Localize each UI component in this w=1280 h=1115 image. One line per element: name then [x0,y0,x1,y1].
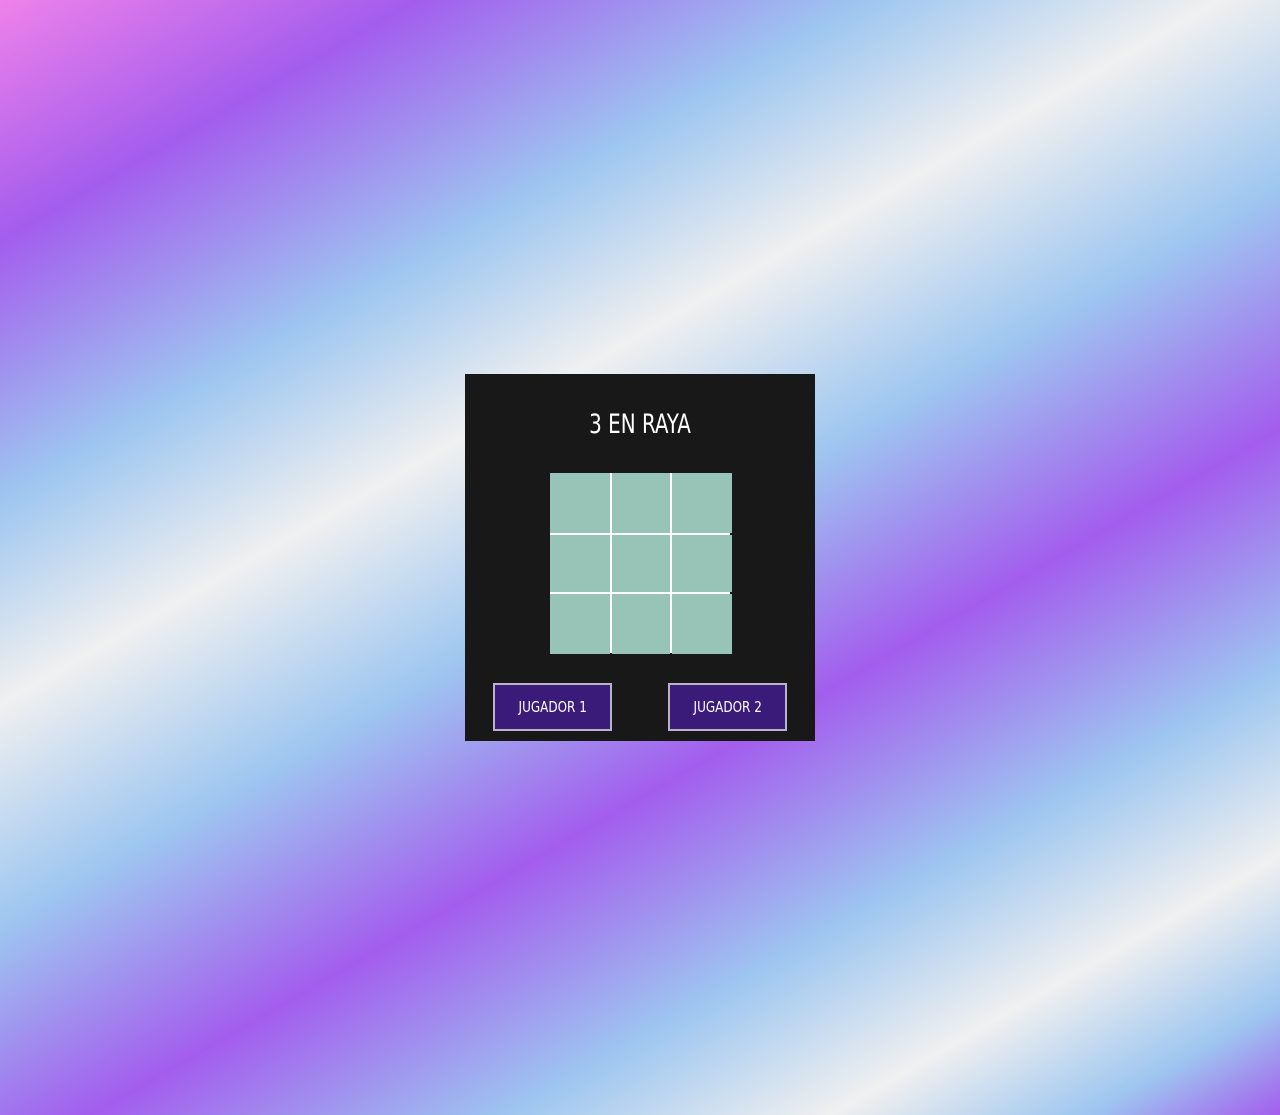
player-2-label: JUGADOR 2 [693,698,762,716]
board-cell-0-0[interactable] [550,473,610,533]
game-title: 3 EN RAYA [115,403,1165,447]
player-1-button[interactable]: JUGADOR 1 [493,683,612,731]
board-cell-1-0[interactable] [550,535,610,592]
board-cell-1-2[interactable] [672,535,732,592]
board-cell-0-2[interactable] [672,473,732,533]
board-cell-2-0[interactable] [550,594,610,654]
board-cell-2-2[interactable] [672,594,732,654]
game-board [550,473,732,654]
player-1-label: JUGADOR 1 [518,698,587,716]
board-cell-0-1[interactable] [612,473,670,533]
game-title-text: 3 EN RAYA [589,409,691,440]
board-cell-2-1[interactable] [612,594,670,654]
board-cell-1-1[interactable] [612,535,670,592]
player-2-button[interactable]: JUGADOR 2 [668,683,787,731]
